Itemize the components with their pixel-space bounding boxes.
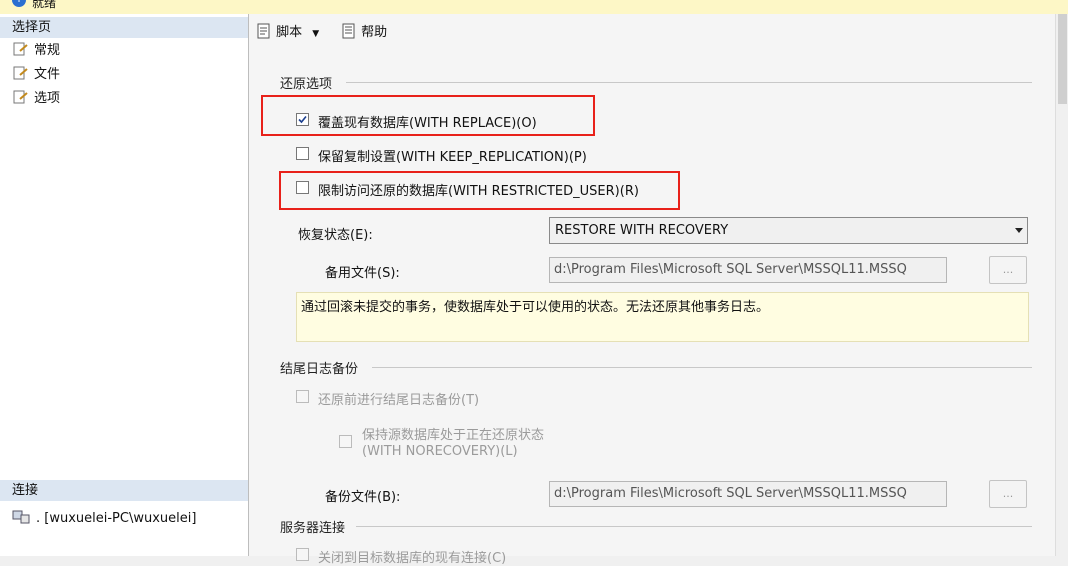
page-wrench-icon <box>13 90 28 104</box>
script-label: 脚本 <box>276 25 303 40</box>
sidebar-item-label: 常规 <box>34 43 61 58</box>
leave-restoring-label-line2: (WITH NORECOVERY)(L) <box>362 444 518 459</box>
restricted-user-checkbox[interactable] <box>296 181 309 194</box>
group-divider <box>346 82 1032 83</box>
tail-log-group-title: 结尾日志备份 <box>280 362 359 377</box>
recovery-state-label: 恢复状态(E): <box>298 228 373 243</box>
sidebar-item-general[interactable]: 常规 <box>12 40 60 62</box>
overwrite-label: 覆盖现有数据库(WITH REPLACE)(O) <box>318 116 537 131</box>
sidebar: 选择页 常规 文件 选项 连接 . [wuxuelei-PC\wuxuelei] <box>0 14 249 556</box>
connection-value: . [wuxuelei-PC\wuxuelei] <box>36 511 197 526</box>
close-connections-label: 关闭到目标数据库的现有连接(C) <box>318 551 507 566</box>
keep-replication-label: 保留复制设置(WITH KEEP_REPLICATION)(P) <box>318 150 587 165</box>
connection-header: 连接 <box>0 480 248 501</box>
chevron-down-icon[interactable]: ▼ <box>312 29 319 39</box>
standby-browse-button[interactable]: ... <box>989 256 1027 284</box>
help-label: 帮助 <box>361 25 388 40</box>
script-button[interactable]: 脚本 ▼ <box>256 21 319 40</box>
backup-file-input[interactable]: d:\Program Files\Microsoft SQL Server\MS… <box>549 481 947 507</box>
recovery-state-value: RESTORE WITH RECOVERY <box>555 223 729 238</box>
server-icon <box>12 510 30 524</box>
vertical-scrollbar[interactable] <box>1055 14 1068 556</box>
help-icon <box>342 23 355 39</box>
sidebar-item-files[interactable]: 文件 <box>12 64 60 86</box>
help-button[interactable]: 帮助 <box>341 21 387 40</box>
tail-log-backup-label: 还原前进行结尾日志备份(T) <box>318 393 480 408</box>
connection-item[interactable]: . [wuxuelei-PC\wuxuelei] <box>12 510 196 526</box>
backup-file-label: 备份文件(B): <box>325 490 401 505</box>
sidebar-item-options[interactable]: 选项 <box>12 88 60 110</box>
tail-log-backup-checkbox[interactable] <box>296 390 309 403</box>
info-bar-text: 就绪 <box>32 0 57 10</box>
server-connections-group-title: 服务器连接 <box>280 521 346 536</box>
backup-browse-button[interactable]: ... <box>989 480 1027 508</box>
restore-options-group-title: 还原选项 <box>280 77 333 92</box>
overwrite-checkbox[interactable] <box>296 113 309 126</box>
restricted-user-label: 限制访问还原的数据库(WITH RESTRICTED_USER)(R) <box>318 184 639 199</box>
group-divider <box>356 526 1032 527</box>
checkmark-icon <box>298 115 307 124</box>
sidebar-item-label: 选项 <box>34 91 61 106</box>
chevron-down-icon <box>1015 228 1023 233</box>
group-divider <box>372 367 1032 368</box>
info-bar: i 就绪 <box>0 0 1068 15</box>
sidebar-item-label: 文件 <box>34 67 61 82</box>
keep-replication-checkbox[interactable] <box>296 147 309 160</box>
leave-restoring-checkbox[interactable] <box>339 435 352 448</box>
page-wrench-icon <box>13 42 28 56</box>
standby-file-input[interactable]: d:\Program Files\Microsoft SQL Server\MS… <box>549 257 947 283</box>
page-wrench-icon <box>13 66 28 80</box>
select-page-header: 选择页 <box>0 17 248 38</box>
recovery-description: 通过回滚未提交的事务，使数据库处于可以使用的状态。无法还原其他事务日志。 <box>296 292 1029 342</box>
close-connections-checkbox[interactable] <box>296 548 309 561</box>
scrollbar-thumb[interactable] <box>1058 14 1067 104</box>
recovery-state-select[interactable]: RESTORE WITH RECOVERY <box>549 217 1028 244</box>
script-icon <box>257 23 270 39</box>
info-icon: i <box>12 0 26 7</box>
standby-file-label: 备用文件(S): <box>325 266 400 281</box>
leave-restoring-label-line1: 保持源数据库处于正在还原状态 <box>362 428 545 443</box>
